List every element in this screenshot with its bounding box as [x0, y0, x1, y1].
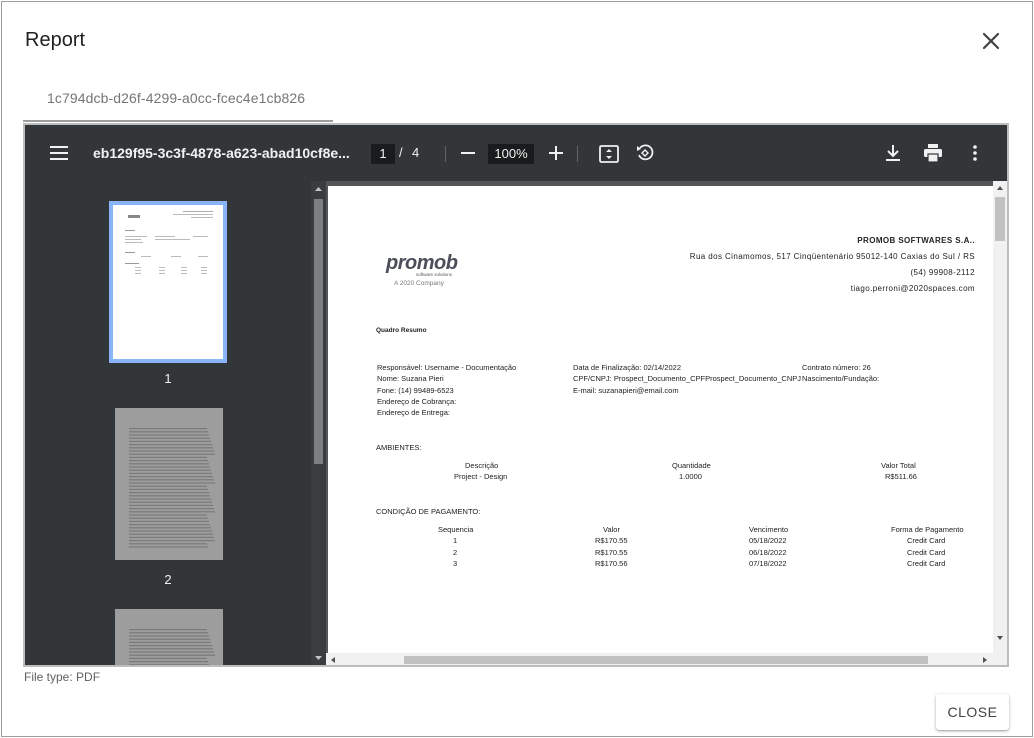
ambientes-header: Descrição	[465, 461, 499, 470]
tab-report-id-label: 1c794dcb-d26f-4299-a0cc-fcec4e1cb826	[47, 90, 306, 106]
pagamento-header: Sequencia	[438, 525, 474, 534]
pagamento-cell: Credit Card	[907, 548, 946, 557]
info-line: Nascimento/Fundação:	[802, 374, 880, 384]
info-line: Endereço de Entrega:	[377, 408, 450, 418]
page-number-input[interactable]: 1	[371, 144, 395, 164]
ambientes-header: Valor Total	[881, 461, 916, 470]
info-line: E-mail: suzanapieri@email.com	[573, 385, 679, 395]
sidebar-scrollbar[interactable]	[311, 181, 326, 665]
info-line: CPF/CNPJ: Prospect_Documento_CPFProspect…	[573, 374, 802, 384]
download-icon[interactable]	[883, 143, 903, 163]
zoom-out-icon[interactable]	[458, 143, 478, 163]
pdf-page-area: promob software solutions A 2020 Company…	[326, 181, 1007, 665]
pagamento-header: Vencimento	[749, 525, 789, 534]
section-title: Quadro Resumo	[376, 327, 427, 334]
thumbnail-number: 1	[164, 371, 172, 386]
pagamento-cell: 2	[453, 548, 458, 557]
pagamento-cell: Credit Card	[907, 536, 946, 545]
ambientes-cell: Project - Design	[454, 472, 508, 481]
thumbnail-page-2-preview	[115, 408, 223, 560]
thumbnail-page-1[interactable]	[109, 201, 227, 363]
pagamento-cell: R$170.55	[595, 548, 628, 557]
pdf-toolbar: eb129f95-3c3f-4878-a623-abad10cf8e... 1 …	[25, 125, 1007, 181]
info-line: Fone: (14) 99489-6523	[377, 385, 454, 395]
thumbnail-page-2[interactable]	[115, 408, 223, 560]
info-line: Data de Finalização: 02/14/2022	[573, 363, 681, 372]
info-column-3: Contrato número: 26 Nascimento/Fundação:	[802, 362, 879, 385]
print-icon[interactable]	[922, 143, 944, 163]
info-line: Endereço de Cobrança:	[377, 396, 457, 406]
fit-page-icon[interactable]	[598, 143, 620, 165]
dialog-title: Report	[25, 29, 86, 51]
thumbnail-page-1-preview	[125, 211, 213, 274]
info-line: Contrato número: 26	[802, 363, 871, 372]
ambientes-header: Quantidade	[672, 461, 711, 470]
promob-logo-company: A 2020 Company	[394, 280, 444, 287]
pagamento-cell: R$170.55	[595, 536, 628, 545]
file-type-label: File type: PDF	[24, 670, 101, 684]
company-address: Rua dos Cinamomos, 517 Cinqüentenário 95…	[689, 252, 975, 261]
zoom-level-input[interactable]: 100%	[488, 144, 534, 164]
menu-icon[interactable]	[50, 144, 68, 162]
company-phone: (54) 99908-2112	[910, 268, 975, 277]
info-line: Nome: Suzana Pieri	[377, 374, 444, 384]
pdf-page: promob software solutions A 2020 Company…	[328, 186, 993, 665]
pdf-viewer: eb129f95-3c3f-4878-a623-abad10cf8e... 1 …	[23, 123, 1009, 667]
promob-logo-sub: software solutions	[416, 272, 453, 277]
pagamento-header: Forma de Pagamento	[891, 525, 964, 534]
pagamento-header: Valor	[603, 525, 620, 534]
pagamento-title: CONDIÇÃO DE PAGAMENTO:	[376, 507, 481, 516]
company-email: tiago.perroni@2020spaces.com	[850, 284, 975, 293]
thumbnail-page-3-preview	[115, 609, 223, 665]
thumbnail-sidebar: 1 2	[25, 181, 311, 665]
close-icon[interactable]	[977, 27, 1005, 55]
tab-report-id[interactable]: 1c794dcb-d26f-4299-a0cc-fcec4e1cb826	[23, 82, 333, 122]
toolbar-divider	[577, 146, 578, 162]
pdf-file-title: eb129f95-3c3f-4878-a623-abad10cf8e...	[93, 145, 350, 161]
info-column-1: Responsável: Username - Documentação Nom…	[377, 362, 516, 418]
pagamento-cell: 1	[453, 536, 458, 545]
info-column-2: Data de Finalização: 02/14/2022 CPF/CNPJ…	[573, 362, 801, 396]
page-horizontal-scrollbar[interactable]	[326, 653, 1007, 665]
toolbar-divider	[445, 146, 446, 162]
pagamento-cell: 3	[453, 559, 458, 568]
pagamento-cell: R$170.56	[595, 559, 628, 568]
pagamento-cell: 07/18/2022	[749, 559, 787, 568]
thumbnail-page-3[interactable]	[115, 609, 223, 665]
info-line: Responsável: Username - Documentação	[377, 363, 517, 372]
pagamento-cell: Credit Card	[907, 559, 946, 568]
ambientes-title: AMBIENTES:	[376, 443, 422, 452]
close-button[interactable]: CLOSE	[936, 694, 1009, 730]
pagamento-cell: 05/18/2022	[749, 536, 787, 545]
ambientes-cell: 1.0000	[679, 472, 702, 481]
zoom-in-icon[interactable]	[546, 143, 566, 163]
pagamento-cell: 06/18/2022	[749, 548, 787, 557]
ambientes-cell: R$511.66	[885, 472, 917, 481]
page-total: 4	[412, 145, 420, 160]
page-vertical-scrollbar[interactable]	[993, 181, 1007, 653]
thumbnail-number: 2	[164, 572, 172, 587]
company-name: PROMOB SOFTWARES S.A..	[857, 236, 975, 245]
page-separator: /	[399, 145, 403, 160]
rotate-icon[interactable]	[634, 142, 656, 164]
more-options-icon[interactable]	[965, 143, 985, 163]
